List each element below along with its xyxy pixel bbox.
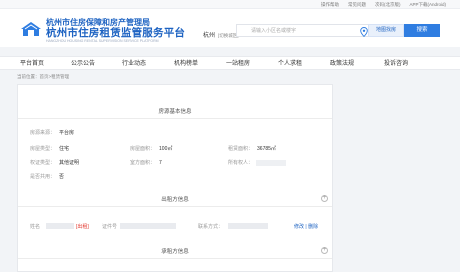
owner-value-redacted [256,159,287,166]
breadcrumb: 当前位置：首页>租赁管理 [17,74,70,79]
rent-area-label: 租赁面积： [228,146,254,152]
nav-item-announcements[interactable]: 公示公告 [63,57,103,71]
utility-links: 操作帮助 常见问题 次码(北京版) APP下载(Android) [321,1,446,8]
nav-item-one-stop-rent[interactable]: 一站租房 [218,57,258,71]
search-input[interactable]: 请输入小区名或楼宇 [236,24,376,37]
org-name-line2: 杭州市住房租赁监管服务平台 [46,27,186,39]
house-source-value: 平台房 [59,130,75,136]
building-area-value: 100㎡ [159,146,173,152]
nav-item-industry-news[interactable]: 行业动态 [114,57,154,71]
lessee-header: 承租方信息 + [18,243,332,259]
lessor-name-label: 姓名 [30,224,41,230]
main-nav: 平台首页 公示公告 行业动态 机构榜单 一站租房 个人求租 政策法规 投诉咨询 [0,56,460,70]
search-button[interactable]: 搜索 [404,24,440,37]
lessor-contact-label: 联系方式： [198,224,224,230]
lessor-delete-link[interactable]: 删除 [308,224,318,230]
search-placeholder: 请输入小区名或楼宇 [251,28,297,34]
city-name: 杭州 [203,33,216,39]
lessor-ops: 修改 | 删除 [294,224,319,230]
room-count-label: 室方面积： [130,160,156,166]
nav-item-complaints[interactable]: 投诉咨询 [376,57,416,71]
house-info-title: 房源基本信息 [158,109,192,115]
owner-type-field: 权证类型： 其他证明 [30,159,79,166]
lessor-id-label: 证件号 [102,224,118,230]
lessor-contact-field: 联系方式： [198,223,223,230]
help-link[interactable]: 操作帮助 [321,1,339,8]
code-link[interactable]: 次码(北京版) [375,1,401,8]
building-area-field: 房屋面积： 100㎡ [130,145,172,152]
plus-circle-icon[interactable]: + [321,247,328,254]
owner-label: 所有权人： [228,160,254,166]
house-source-field: 房源来源： 平台房 [30,129,74,136]
rent-area-value: 36785㎡ [257,146,276,152]
map-search-button[interactable]: 地图找房 [368,24,404,37]
lessor-name-redacted [46,223,74,229]
house-logo-icon[interactable] [20,21,42,37]
lessor-name-field: 姓名 [30,223,40,230]
site-header: 杭州市住房保障和房产管理局 杭州市住房租赁监管服务平台 HANGZHOU HOU… [0,9,460,47]
lessor-id-redacted [120,223,176,229]
shared-value: 否 [59,174,65,180]
nav-item-home[interactable]: 平台首页 [12,57,52,71]
lessee-title: 承租方信息 [161,249,189,255]
lease-detail-card: 房源基本信息 房源来源： 平台房 房屋类型： 住宅 房屋面积： 100㎡ 租赁面积： 3… [17,84,333,272]
nav-item-policies[interactable]: 政策法规 [322,57,362,71]
house-type-label: 房屋类型： [30,146,56,152]
lessor-header: 出租方信息 + [18,191,332,207]
org-name-line1: 杭州市住房保障和房产管理局 [46,18,150,27]
nav-item-agency-ranking[interactable]: 机构榜单 [166,57,206,71]
plus-circle-icon[interactable]: + [321,195,328,202]
org-name-english: HANGZHOU HOUSING RENTAL SUPERVISION SERV… [46,39,159,43]
shared-label: 是否共用： [30,174,56,180]
brand-title[interactable]: 杭州市住房保障和房产管理局 杭州市住房租赁监管服务平台 HANGZHOU HOU… [46,18,185,44]
owner-field: 所有权人： [228,159,287,166]
owner-type-label: 权证类型： [30,160,56,166]
owner-type-value: 其他证明 [59,160,80,166]
lessor-id-field: 证件号 [102,223,117,230]
rent-area-field: 租赁面积： 36785㎡ [228,145,276,152]
lessor-contact-redacted [228,223,268,229]
top-utility-bar: 操作帮助 常见问题 次码(北京版) APP下载(Android) [0,0,460,9]
nav-item-personal-request[interactable]: 个人求租 [270,57,310,71]
faq-link[interactable]: 常见问题 [348,1,366,8]
building-area-label: 房屋面积： [130,146,156,152]
house-type-field: 房屋类型： 住宅 [30,145,69,152]
location-pin-icon[interactable] [360,27,368,37]
app-download-link[interactable]: APP下载(Android) [409,1,446,8]
lessor-tag: [出租] [76,224,89,230]
house-source-label: 房源来源： [30,130,56,136]
house-info-header: 房源基本信息 [18,103,332,119]
room-count-value: 7 [159,160,162,166]
shared-field: 是否共用：否 [30,173,64,180]
lessor-title: 出租方信息 [161,197,189,203]
room-count-field: 室方面积： 7 [130,159,162,166]
city-selector[interactable]: 杭州 [切换城区] [203,30,239,39]
lessor-edit-link[interactable]: 修改 [294,224,304,230]
house-type-value: 住宅 [59,146,70,152]
